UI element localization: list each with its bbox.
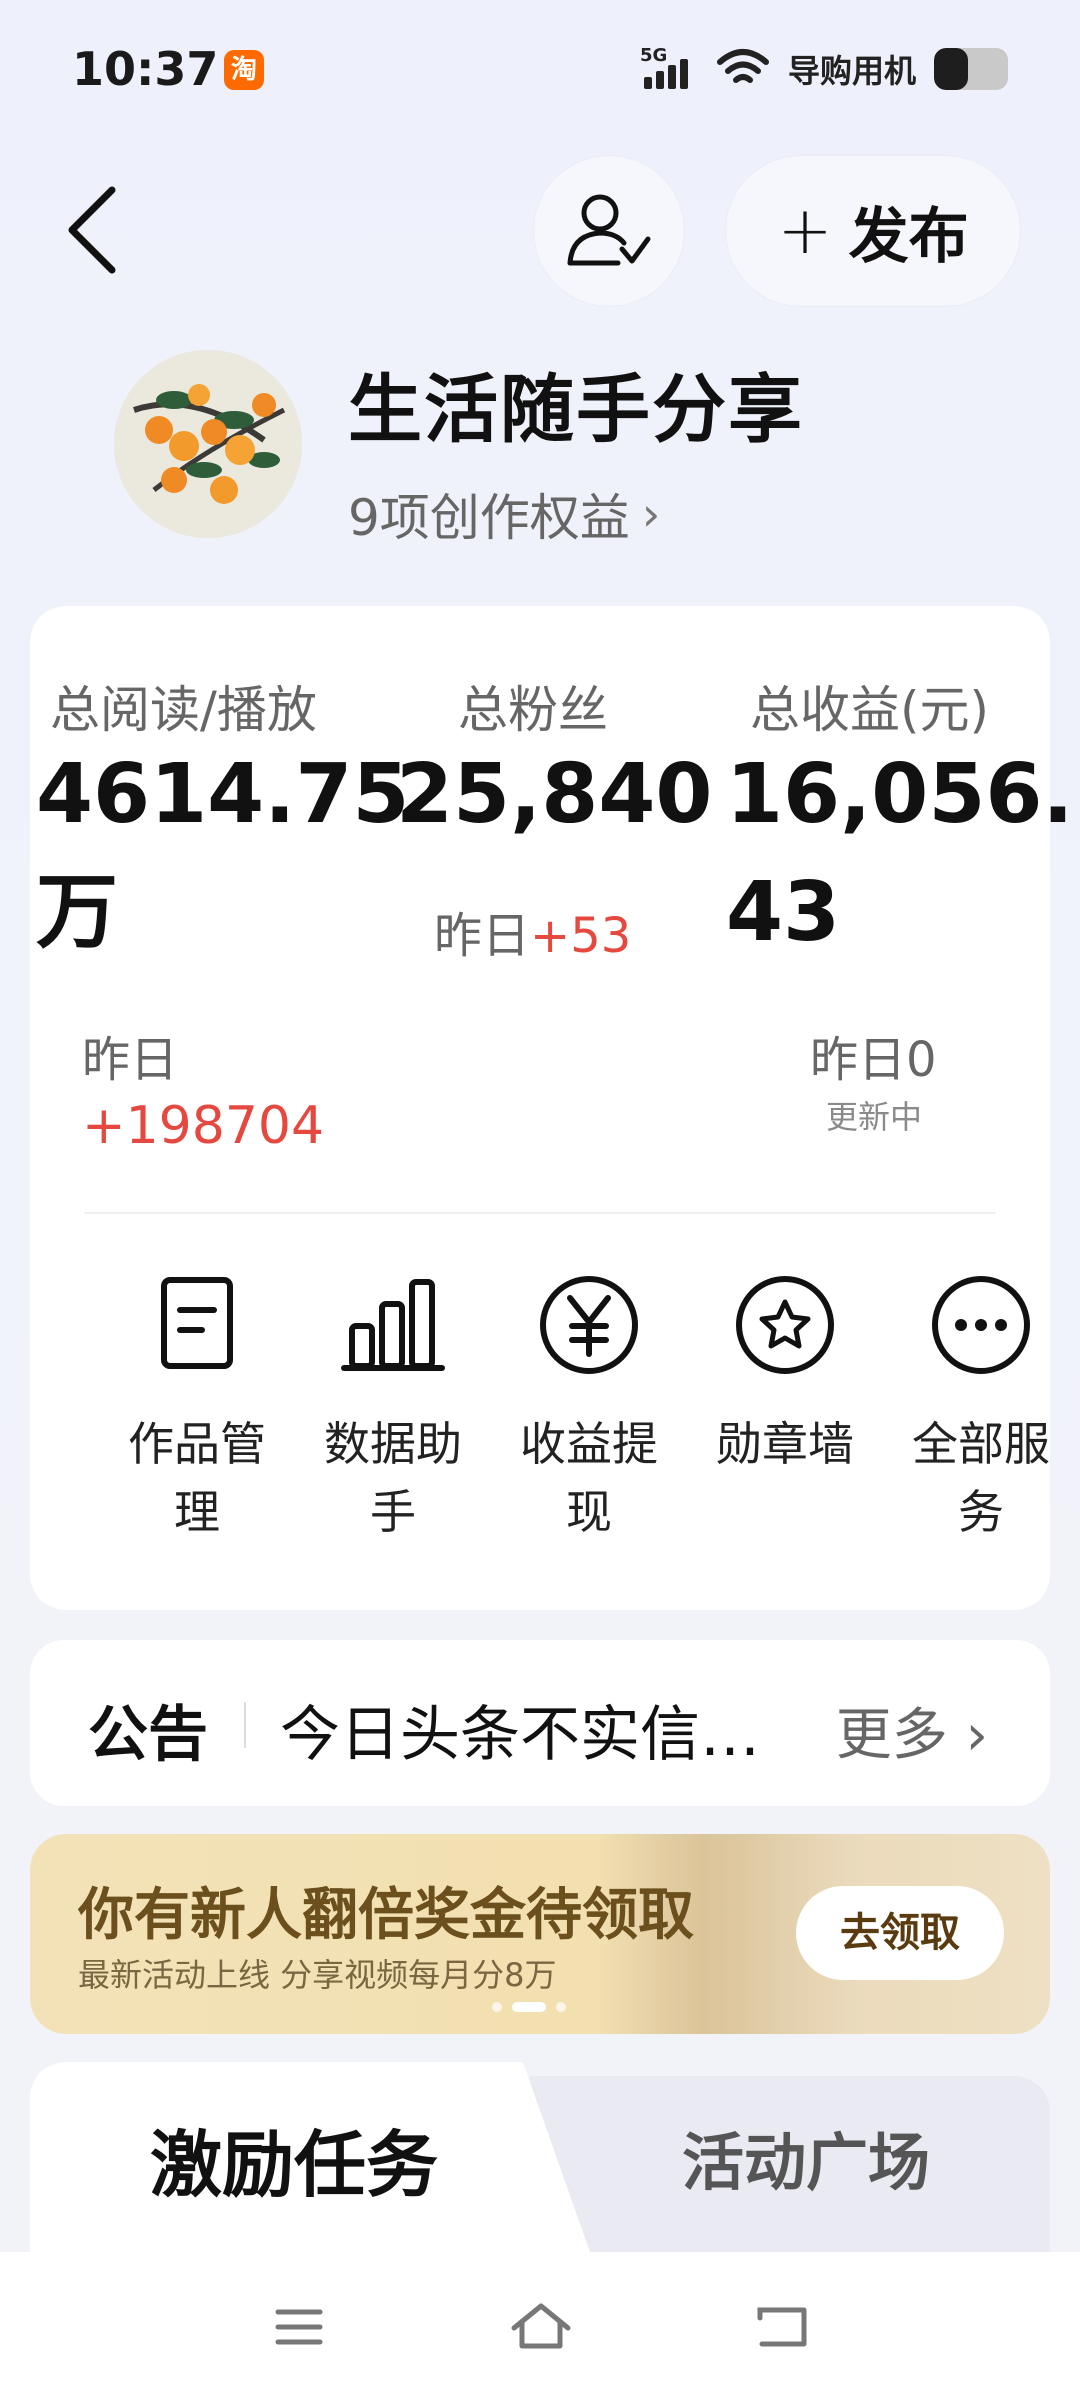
fans-yesterday: 昨日+53	[434, 908, 632, 964]
service-label: 作品管理	[128, 1417, 266, 1539]
chevron-right-icon: ›	[641, 487, 661, 541]
reads-label: 总阅读/播放	[50, 681, 317, 739]
avatar[interactable]	[114, 350, 302, 538]
service-label: 数据助手	[324, 1417, 462, 1539]
wifi-icon	[716, 49, 769, 83]
plus-icon: +	[777, 192, 833, 269]
battery-icon	[934, 48, 1008, 90]
stats-card: 总阅读/播放 4614.75 万 昨日 +198704 总粉丝 25,840 昨…	[30, 606, 1074, 1610]
reads-yesterday-label: 昨日	[82, 1032, 179, 1088]
income-updating-label: 更新中	[826, 1098, 923, 1136]
tab-activity-plaza[interactable]: 活动广场	[682, 2112, 930, 2202]
back-nav-icon[interactable]	[748, 2292, 818, 2362]
divider	[84, 1212, 996, 1214]
income-label: 总收益(元)	[750, 681, 990, 739]
service-label: 全部服务	[912, 1417, 1050, 1539]
document-icon	[161, 1277, 233, 1369]
fans-value[interactable]: 25,840	[396, 736, 712, 854]
income-yesterday: 昨日0	[810, 1032, 937, 1088]
divider	[244, 1702, 246, 1748]
claim-button[interactable]: 去领取	[796, 1886, 1004, 1980]
announcement-text[interactable]: 今日头条不实信…	[280, 1686, 840, 1773]
service-medal-wall[interactable]: 勋章墙	[700, 1270, 870, 1478]
task-tabs: 激励任务 活动广场	[30, 2062, 1050, 2252]
user-check-icon	[567, 194, 651, 266]
fans-label: 总粉丝	[458, 681, 608, 739]
chevron-right-icon: ›	[947, 1703, 988, 1768]
status-time: 10:37	[72, 42, 219, 96]
home-icon[interactable]	[506, 2292, 576, 2362]
status-bar: 10:37 淘 5G 导购用机	[0, 0, 1080, 140]
announcement-more-link[interactable]: 更多 ›	[836, 1690, 988, 1771]
announcement-bar[interactable]: 公告 今日头条不实信… 更多 ›	[30, 1640, 1050, 1806]
service-label: 勋章墙	[716, 1417, 854, 1471]
reads-yesterday-value: +198704	[82, 1096, 325, 1156]
yuan-icon	[540, 1276, 638, 1374]
menu-icon[interactable]	[264, 2292, 334, 2362]
carrier-label: 导购用机	[787, 52, 916, 90]
banner-subtitle: 最新活动上线 分享视频每月分8万	[78, 1956, 557, 1994]
tab-incentive-tasks[interactable]: 激励任务	[150, 2106, 438, 2211]
service-label: 收益提现	[520, 1417, 658, 1539]
user-switch-button[interactable]	[534, 156, 684, 306]
medal-icon	[736, 1276, 834, 1374]
taobao-notification-icon: 淘	[224, 50, 264, 90]
creator-rights-label: 9项创作权益	[348, 489, 630, 547]
income-value[interactable]: 16,056. 43	[726, 736, 1074, 972]
reads-value[interactable]: 4614.75 万	[36, 736, 409, 972]
service-data-assistant[interactable]: 数据助手	[308, 1270, 478, 1546]
announcement-title: 公告	[88, 1700, 208, 1770]
creator-rights-link[interactable]: 9项创作权益 ›	[348, 478, 660, 550]
more-icon	[932, 1276, 1030, 1374]
service-income-withdraw[interactable]: 收益提现	[504, 1270, 674, 1546]
publish-label: 发布	[848, 201, 969, 272]
system-nav-bar	[0, 2252, 1080, 2400]
promo-banner[interactable]: 你有新人翻倍奖金待领取 最新活动上线 分享视频每月分8万 去领取	[30, 1834, 1050, 2034]
carousel-indicator	[492, 2002, 566, 2012]
bar-chart-icon	[341, 1279, 445, 1371]
banner-title: 你有新人翻倍奖金待领取	[78, 1883, 694, 1948]
signal-icon: 5G	[640, 45, 698, 93]
back-button[interactable]	[60, 180, 130, 280]
profile-name: 生活随手分享	[348, 367, 804, 453]
service-works-management[interactable]: 作品管理	[112, 1270, 282, 1546]
publish-button[interactable]: + 发布	[726, 156, 1020, 306]
service-all-services[interactable]: 全部服务	[896, 1270, 1066, 1546]
